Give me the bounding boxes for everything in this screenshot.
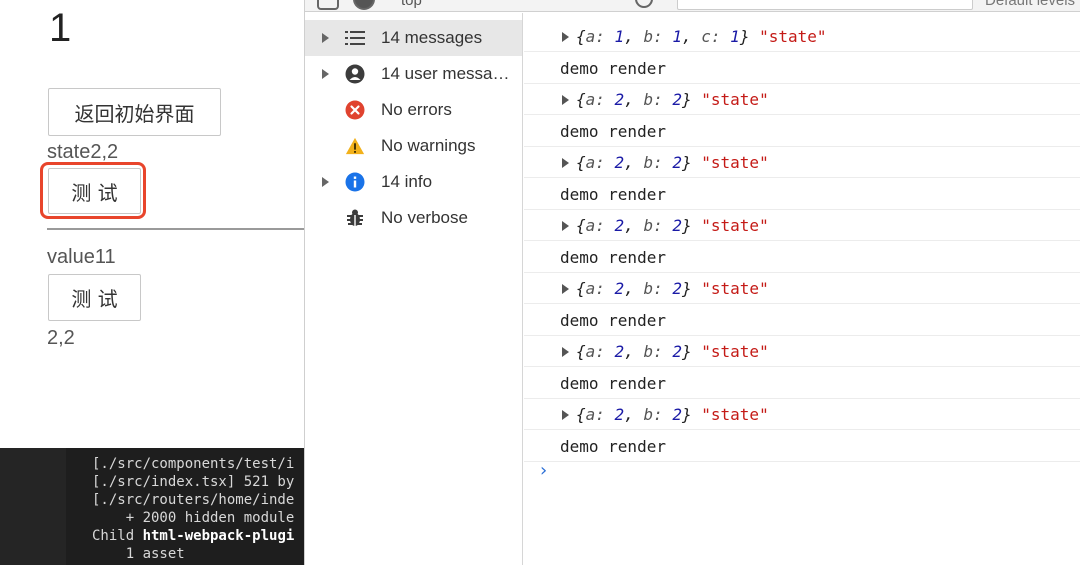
reset-button[interactable]: 返回初始界面 bbox=[48, 88, 221, 136]
sidebar-item-label: No warnings bbox=[381, 136, 476, 155]
expand-object-icon[interactable] bbox=[562, 221, 569, 231]
expand-object-icon[interactable] bbox=[562, 410, 569, 420]
console-object-row[interactable]: {a: 2, b: 2} "state" bbox=[524, 335, 1080, 367]
test-button-state[interactable]: 测 试 bbox=[48, 168, 141, 214]
log-levels-dropdown[interactable]: Default levels bbox=[985, 0, 1075, 9]
terminal-child-plugin: html-webpack-plugi bbox=[142, 528, 295, 544]
expand-object-icon[interactable] bbox=[562, 32, 569, 42]
console-object-row[interactable]: {a: 2, b: 2} "state" bbox=[524, 398, 1080, 430]
expand-arrow-icon[interactable] bbox=[322, 33, 329, 43]
terminal-output: [./src/components/test/i [./src/index.ts… bbox=[92, 455, 294, 563]
sidebar-item-user-messages[interactable]: 14 user messa… bbox=[305, 56, 522, 92]
expand-object-icon[interactable] bbox=[562, 95, 569, 105]
clear-console-icon[interactable] bbox=[353, 0, 375, 10]
console-prompt-icon[interactable]: › bbox=[538, 460, 549, 481]
live-expression-icon[interactable] bbox=[635, 0, 653, 8]
console-log-row: demo render bbox=[524, 304, 1080, 336]
values-text: 2,2 bbox=[47, 327, 75, 349]
sidebar-item-messages[interactable]: 14 messages bbox=[305, 20, 522, 56]
sidebar-item-label: No verbose bbox=[381, 208, 468, 227]
terminal-line: [./src/routers/home/inde bbox=[92, 492, 295, 508]
counter-value: 1 bbox=[49, 6, 72, 50]
state-text: state2,2 bbox=[47, 141, 119, 163]
value-text: value11 bbox=[47, 246, 116, 268]
console-messages: {a: 1, b: 1, c: 1} "state" demo render {… bbox=[524, 13, 1080, 565]
user-icon bbox=[345, 64, 365, 84]
sidebar-item-label: 14 info bbox=[381, 172, 433, 191]
terminal-panel: [./src/components/test/i [./src/index.ts… bbox=[0, 448, 304, 565]
sidebar-item-warnings[interactable]: No warnings bbox=[305, 128, 522, 164]
filter-input[interactable]: Filter bbox=[677, 0, 973, 10]
console-log-row: demo render bbox=[524, 178, 1080, 210]
console-log-row: demo render bbox=[524, 430, 1080, 462]
divider bbox=[47, 228, 304, 230]
info-icon bbox=[345, 172, 365, 192]
sidebar-item-verbose[interactable]: No verbose bbox=[305, 200, 522, 236]
console-object-row[interactable]: {a: 2, b: 2} "state" bbox=[524, 209, 1080, 241]
console-object-row[interactable]: {a: 2, b: 2} "state" bbox=[524, 146, 1080, 178]
warning-icon bbox=[345, 136, 365, 156]
error-icon bbox=[345, 100, 365, 120]
expand-object-icon[interactable] bbox=[562, 347, 569, 357]
console-toolbar: top Filter Default levels bbox=[305, 0, 1080, 12]
expand-object-icon[interactable] bbox=[562, 158, 569, 168]
context-selector[interactable]: top bbox=[401, 0, 422, 9]
terminal-gutter bbox=[0, 448, 66, 565]
sidebar-item-errors[interactable]: No errors bbox=[305, 92, 522, 128]
console-log-row: demo render bbox=[524, 115, 1080, 147]
expand-arrow-icon[interactable] bbox=[322, 69, 329, 79]
test-button-value[interactable]: 测 试 bbox=[48, 274, 141, 321]
expand-arrow-icon[interactable] bbox=[322, 177, 329, 187]
sidebar-item-label: No errors bbox=[381, 100, 452, 119]
console-log-row: demo render bbox=[524, 241, 1080, 273]
sidebar-item-label: 14 messages bbox=[381, 28, 483, 47]
console-object-row[interactable]: {a: 2, b: 2} "state" bbox=[524, 272, 1080, 304]
app-page: 1 返回初始界面 state2,2 测 试 value11 测 试 2,2 bbox=[0, 0, 304, 448]
terminal-line-child: Child html-webpack-plugi bbox=[92, 527, 294, 545]
console-sidebar: 14 messages 14 user messa… No errors No … bbox=[305, 13, 523, 565]
terminal-child-prefix: Child bbox=[92, 528, 143, 544]
expand-object-icon[interactable] bbox=[562, 284, 569, 294]
list-icon bbox=[345, 28, 365, 48]
terminal-line: + 2000 hidden module bbox=[92, 510, 295, 526]
sidebar-item-label: 14 user messa… bbox=[381, 64, 510, 83]
terminal-line: [./src/components/test/i bbox=[92, 456, 295, 472]
sidebar-item-info[interactable]: 14 info bbox=[305, 164, 522, 200]
console-log-row: demo render bbox=[524, 52, 1080, 84]
devtools-panel: top Filter Default levels 14 messages 14… bbox=[304, 0, 1080, 565]
terminal-line: 1 asset bbox=[92, 546, 185, 562]
bug-icon bbox=[345, 208, 365, 228]
console-log-row: demo render bbox=[524, 367, 1080, 399]
sidebar-toggle-icon[interactable] bbox=[317, 0, 339, 10]
terminal-line: [./src/index.tsx] 521 by bbox=[92, 474, 295, 490]
console-object-row[interactable]: {a: 1, b: 1, c: 1} "state" bbox=[524, 20, 1080, 52]
console-object-row[interactable]: {a: 2, b: 2} "state" bbox=[524, 83, 1080, 115]
